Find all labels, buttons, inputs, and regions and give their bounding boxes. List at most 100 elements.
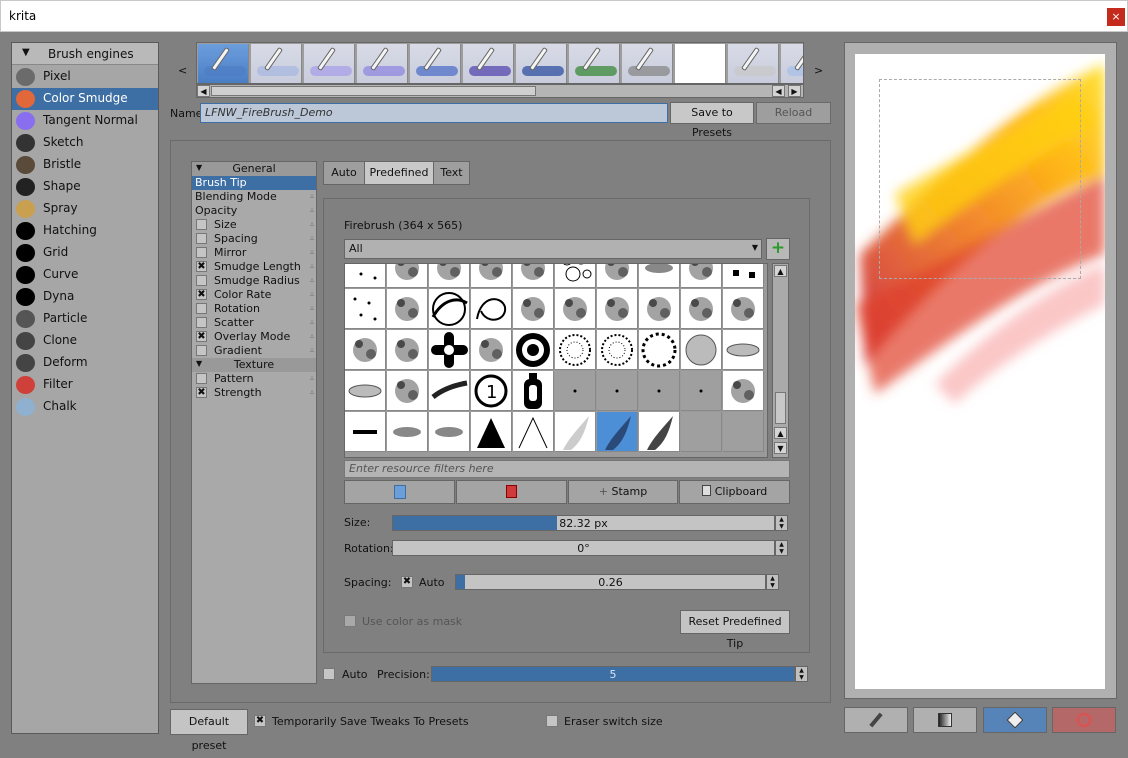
brush-tip-flame-light[interactable] — [555, 412, 596, 452]
light-blue-preset-icon[interactable] — [781, 44, 803, 83]
scroll-up-arrow-icon[interactable]: ▲ — [774, 427, 787, 439]
brush-tip-blot[interactable] — [345, 330, 386, 370]
precision-auto-checkbox[interactable] — [323, 668, 335, 680]
brush-tip-scratch[interactable] — [513, 264, 554, 288]
brush-tip-grey-dot[interactable] — [555, 371, 596, 411]
brush-tip-disc[interactable] — [681, 330, 722, 370]
option-checkbox[interactable] — [196, 219, 207, 230]
brush-tip-grey-dot[interactable] — [639, 371, 680, 411]
default-preset-button[interactable]: Default preset — [170, 709, 248, 752]
brush-tip-bubbles[interactable] — [555, 264, 596, 288]
scroll-left-arrow-icon[interactable]: ◀ — [772, 85, 785, 97]
brush-tip-sketch[interactable] — [387, 330, 428, 370]
engine-item[interactable]: Hatching — [12, 220, 158, 242]
brush-tip-rings[interactable] — [429, 289, 470, 329]
engine-item[interactable]: Grid — [12, 242, 158, 264]
tab-predefined[interactable]: Predefined — [364, 161, 434, 185]
brush-tip-scratch[interactable] — [513, 289, 554, 329]
option-item[interactable]: Opacity ▵ — [192, 204, 316, 218]
spacing-slider[interactable]: 0.26 — [455, 574, 766, 590]
clear-scratchpad-button[interactable] — [1052, 707, 1116, 733]
brush-tip-splatter[interactable] — [429, 264, 470, 288]
option-group-header[interactable]: ▼ General — [192, 162, 316, 176]
option-item[interactable]: Spacing ▵ — [192, 232, 316, 246]
brush-tip-specks[interactable] — [723, 371, 764, 411]
gradient-fill-button[interactable] — [913, 707, 977, 733]
option-item[interactable]: Brush Tip — [192, 176, 316, 190]
engine-item[interactable]: Color Smudge — [12, 88, 158, 110]
brush-tip-wedge[interactable] — [513, 412, 554, 452]
pencil-preset-icon[interactable] — [728, 44, 779, 83]
eraser-preset-icon[interactable] — [622, 44, 673, 83]
brush-tip-cross[interactable] — [429, 330, 470, 370]
preset-strip-scroll-right-icon[interactable]: > — [814, 64, 823, 77]
lock-icon[interactable]: ▵ — [310, 219, 314, 228]
scrollbar-thumb[interactable] — [211, 86, 536, 96]
option-item[interactable]: Pattern ▵ — [192, 372, 316, 386]
reload-button[interactable]: Reload — [756, 102, 831, 124]
import-brush-button[interactable] — [344, 480, 455, 504]
light-blue-brush-preset-icon[interactable] — [251, 44, 302, 83]
engine-item[interactable]: Curve — [12, 264, 158, 286]
brush-tip-ring-dots[interactable] — [639, 330, 680, 370]
tab-auto[interactable]: Auto — [323, 161, 365, 185]
preset-strip-scroll-left-icon[interactable]: < — [178, 64, 187, 77]
brush-tip-smear[interactable] — [429, 412, 470, 452]
brush-tip-dots[interactable] — [345, 289, 386, 329]
brush-tip-smear[interactable] — [639, 264, 680, 288]
lock-icon[interactable]: ▵ — [310, 345, 314, 354]
scroll-left-arrow-icon[interactable]: ◀ — [197, 85, 210, 97]
option-item[interactable]: Smudge Radius ▵ — [192, 274, 316, 288]
lock-icon[interactable]: ▵ — [310, 275, 314, 284]
indigo-pen-preset-icon[interactable] — [463, 44, 514, 83]
option-item[interactable]: ✖ Color Rate ▵ — [192, 288, 316, 302]
lock-icon[interactable]: ▵ — [310, 303, 314, 312]
option-item[interactable]: Size ▵ — [192, 218, 316, 232]
size-slider[interactable]: 82.32 px — [392, 515, 775, 531]
brush-tip-speck[interactable] — [345, 412, 386, 452]
lock-icon[interactable]: ▵ — [310, 233, 314, 242]
brush-tip-ellipse[interactable] — [723, 330, 764, 370]
save-to-presets-button[interactable]: Save to Presets — [670, 102, 754, 139]
rotation-slider[interactable]: 0° — [392, 540, 775, 556]
lock-icon[interactable]: ▵ — [310, 247, 314, 256]
engine-item[interactable]: Bristle — [12, 154, 158, 176]
brush-tip-blot[interactable] — [387, 289, 428, 329]
brush-tip-grey-dot[interactable] — [681, 371, 722, 411]
option-checkbox[interactable]: ✖ — [196, 289, 207, 300]
paint-bucket-button[interactable] — [983, 707, 1047, 733]
preset-name-input[interactable]: LFNW_FireBrush_Demo — [200, 103, 668, 123]
engine-item[interactable]: Spray — [12, 198, 158, 220]
brush-tip-dots[interactable] — [345, 264, 386, 288]
save-tweaks-checkbox[interactable]: ✖ — [254, 715, 266, 727]
brush-tip-blot[interactable] — [723, 289, 764, 329]
delete-brush-button[interactable] — [456, 480, 567, 504]
tag-filter-combo[interactable]: All ▼ — [344, 239, 762, 259]
option-checkbox[interactable] — [196, 247, 207, 258]
navy-marker-preset-icon[interactable] — [516, 44, 567, 83]
engine-item[interactable]: Deform — [12, 352, 158, 374]
blue-ink-pen-preset-icon[interactable] — [410, 44, 461, 83]
scroll-down-arrow-icon[interactable]: ▼ — [774, 442, 787, 454]
brush-tip-scribble[interactable] — [471, 289, 512, 329]
engine-item[interactable]: Shape — [12, 176, 158, 198]
engine-item[interactable]: Particle — [12, 308, 158, 330]
scroll-up-arrow-icon[interactable]: ▲ — [774, 265, 787, 277]
brush-tip-grey-dot[interactable] — [597, 371, 638, 411]
option-item[interactable]: Gradient ▵ — [192, 344, 316, 358]
option-checkbox[interactable] — [196, 373, 207, 384]
green-brush-preset-icon[interactable] — [569, 44, 620, 83]
size-spinner[interactable]: ▲ ▼ — [775, 515, 788, 531]
lock-icon[interactable]: ▵ — [310, 205, 314, 214]
brush-tip-dashed-circle[interactable] — [555, 330, 596, 370]
brush-tip-dashed-circle[interactable] — [597, 330, 638, 370]
engine-item[interactable]: Clone — [12, 330, 158, 352]
clipboard-button[interactable]: Clipboard — [679, 480, 790, 504]
option-item[interactable]: Rotation ▵ — [192, 302, 316, 316]
stamp-button[interactable]: + Stamp — [568, 480, 678, 504]
tab-text[interactable]: Text — [433, 161, 470, 185]
lock-icon[interactable]: ▵ — [310, 331, 314, 340]
engine-item[interactable]: Filter — [12, 374, 158, 396]
brush-tip-specks[interactable] — [555, 289, 596, 329]
brush-tip-one[interactable]: 1 — [471, 371, 512, 411]
